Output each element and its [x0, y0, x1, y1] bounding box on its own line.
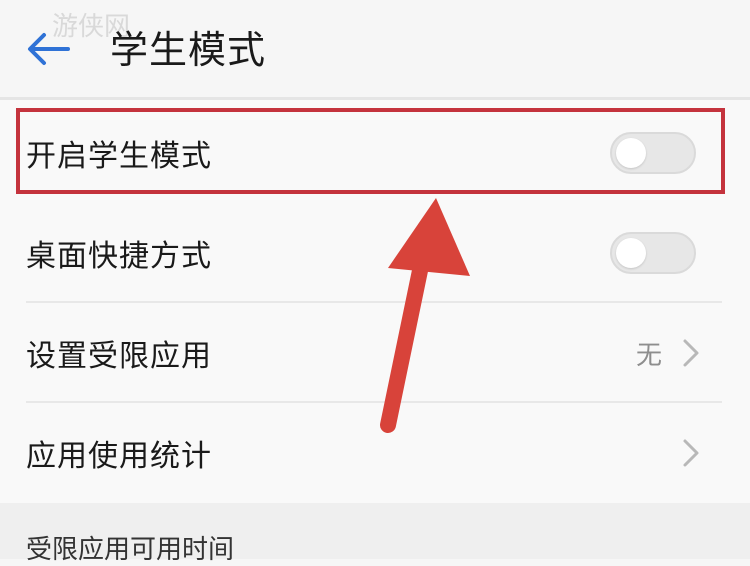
- chevron-right-icon: [683, 339, 699, 367]
- chevron-right-icon: [683, 439, 699, 467]
- settings-list: 开启学生模式 桌面快捷方式 设置受限应用 无 应用使用统计: [0, 100, 750, 503]
- toggle-knob: [616, 138, 646, 168]
- row-label: 应用使用统计: [26, 439, 212, 474]
- app-usage-stats-row[interactable]: 应用使用统计: [0, 403, 750, 503]
- student-mode-row[interactable]: 开启学生模式: [0, 103, 750, 203]
- page-title: 学生模式: [110, 28, 267, 72]
- restricted-apps-row[interactable]: 设置受限应用 无: [0, 303, 750, 403]
- row-label: 开启学生模式: [26, 139, 212, 174]
- desktop-shortcut-toggle[interactable]: [610, 232, 696, 274]
- student-mode-toggle[interactable]: [610, 132, 696, 174]
- toggle-knob: [616, 238, 646, 268]
- section-header: 受限应用可用时间: [0, 503, 750, 565]
- header-bar: 游侠网 学生模式: [0, 0, 750, 98]
- desktop-shortcut-row[interactable]: 桌面快捷方式: [0, 203, 750, 303]
- restricted-apps-value: 无: [635, 340, 662, 371]
- row-label: 桌面快捷方式: [26, 239, 212, 274]
- row-label: 设置受限应用: [26, 339, 212, 374]
- section-label: 受限应用可用时间: [26, 535, 235, 565]
